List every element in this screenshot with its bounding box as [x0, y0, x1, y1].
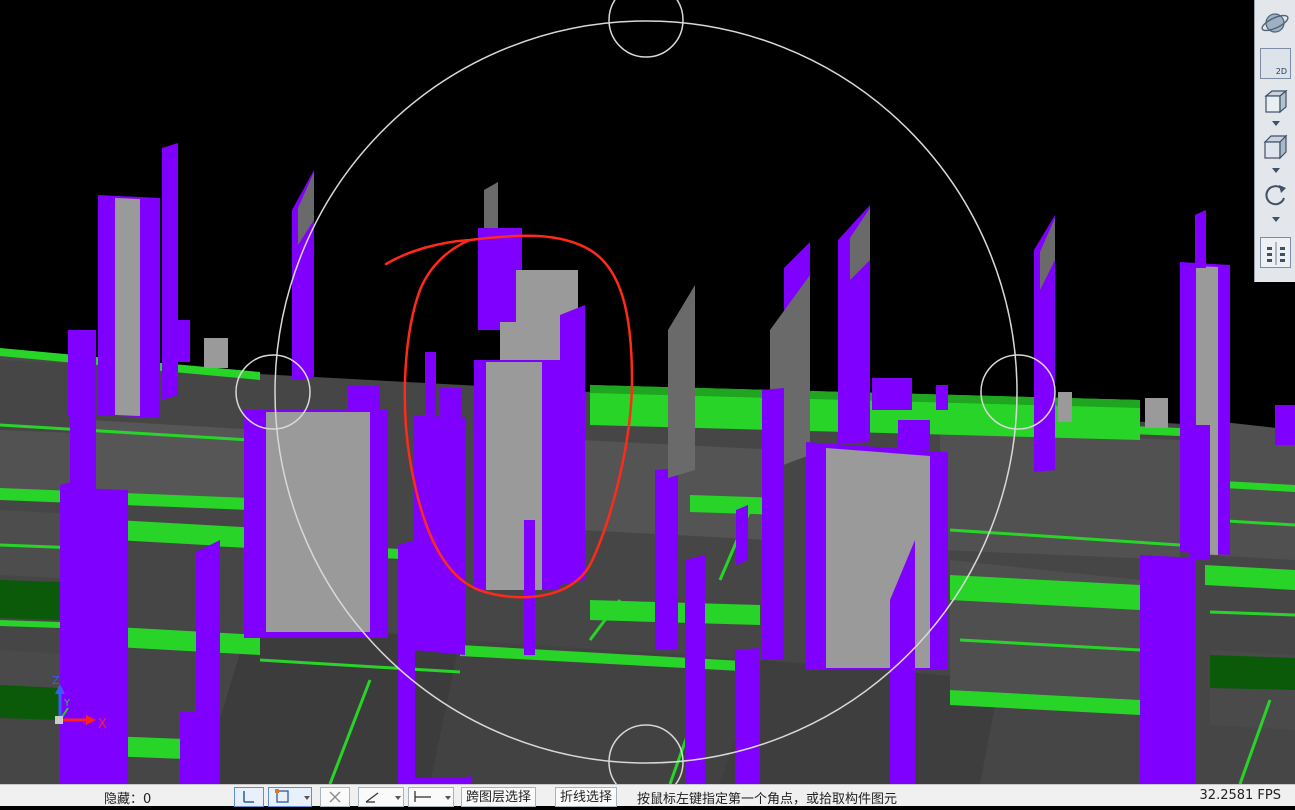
- offset-tool-button[interactable]: [408, 787, 454, 807]
- 3d-model-viewport[interactable]: X Y Z 2D: [0, 0, 1295, 784]
- hidden-count-label: 隐藏：0: [104, 792, 152, 807]
- 2d-view-label: 2D: [1275, 67, 1287, 76]
- display-settings-icon[interactable]: [1260, 237, 1291, 268]
- angle-icon: [365, 792, 379, 803]
- command-prompt: 按鼠标左键指定第一个角点，或拾取构件图元: [637, 792, 898, 807]
- building-model-scene[interactable]: X Y Z: [0, 0, 1295, 784]
- rotate-icon[interactable]: [1260, 180, 1291, 211]
- angle-tool-button[interactable]: [358, 787, 404, 807]
- 3d-box-view-icon[interactable]: [1260, 86, 1291, 117]
- cross-icon: [329, 791, 341, 803]
- offset-icon: [414, 791, 431, 802]
- offset-dropdown-icon[interactable]: [445, 796, 451, 800]
- angle-dropdown-icon[interactable]: [395, 796, 401, 800]
- ortho-icon: [243, 791, 254, 803]
- snap-dropdown-icon[interactable]: [304, 796, 310, 800]
- object-snap-button[interactable]: [268, 787, 312, 807]
- ortho-snap-button[interactable]: [234, 787, 264, 807]
- fps-counter: 32.2581 FPS: [1199, 788, 1281, 803]
- axis-y-label: Y: [63, 698, 71, 709]
- rotate-dropdown-icon[interactable]: [1272, 217, 1280, 223]
- 2d-view-button[interactable]: 2D: [1260, 48, 1291, 79]
- axis-z-label: Z: [52, 674, 60, 687]
- axis-x-label: X: [98, 717, 107, 732]
- cross-snap-button[interactable]: [320, 787, 350, 807]
- cross-layer-select-button[interactable]: 跨图层选择: [461, 787, 537, 807]
- view-toolbar: 2D: [1254, 0, 1295, 282]
- snap-icon: [275, 789, 289, 803]
- cube-view-icon[interactable]: [1260, 132, 1291, 163]
- polyline-select-button[interactable]: 折线选择: [555, 787, 618, 807]
- orbit-sphere-icon[interactable]: [1260, 8, 1291, 39]
- 3d-view-dropdown-icon[interactable]: [1272, 121, 1280, 127]
- cube-view-dropdown-icon[interactable]: [1272, 168, 1280, 174]
- status-bar: 隐藏：0 跨图层选择 折线选择 按鼠标左键指定第一个角点，或拾取构件图元 32.…: [0, 784, 1295, 807]
